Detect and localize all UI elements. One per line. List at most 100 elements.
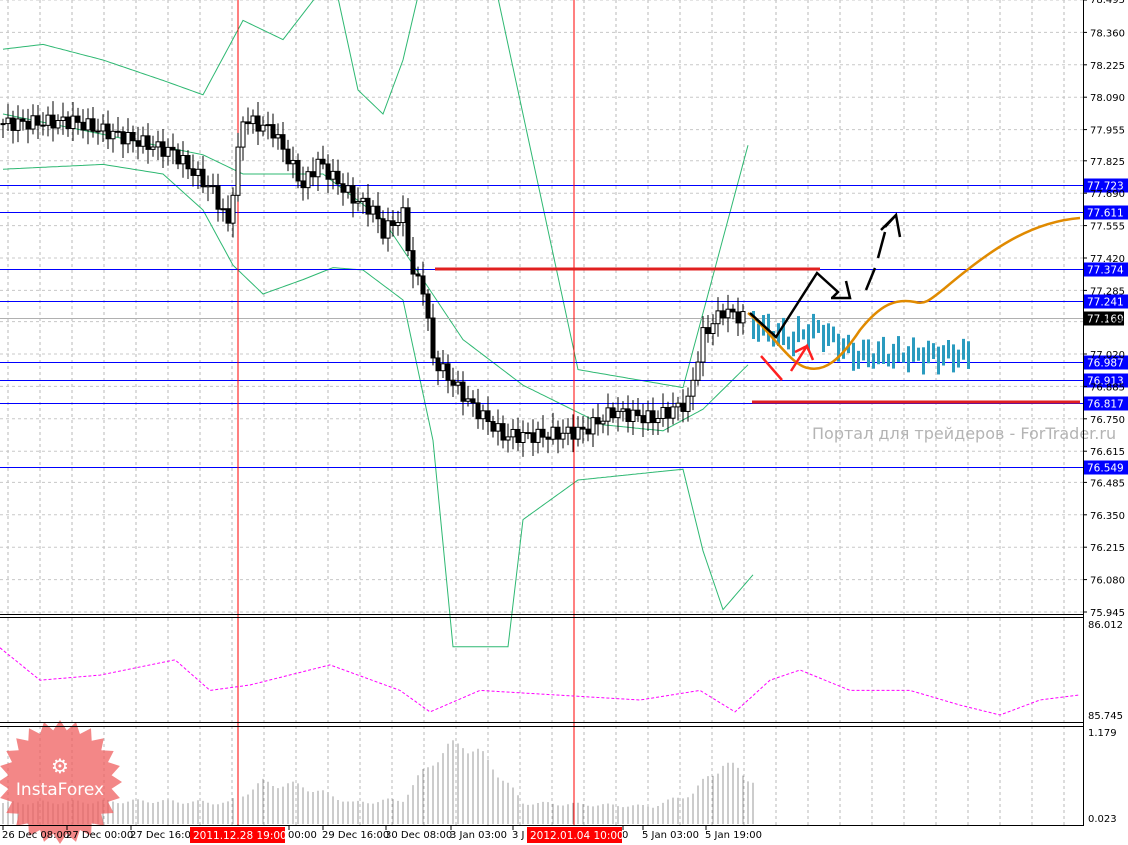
forecast-bar <box>827 323 830 346</box>
forecast-bar <box>872 353 875 369</box>
candle-body <box>225 208 231 224</box>
candle-body <box>0 123 6 126</box>
candle-body <box>145 135 151 150</box>
candle-body <box>25 120 31 130</box>
candle-body <box>175 149 181 165</box>
candle-body <box>230 194 236 224</box>
candle-body <box>55 120 61 129</box>
time-label: 27 Dec 00:00 <box>66 830 133 841</box>
level-label: 77.374 <box>1087 265 1124 277</box>
forecast-bar <box>892 343 895 369</box>
price-tick-label: 77.825 <box>1090 157 1125 168</box>
candle-body <box>305 171 311 189</box>
candle-body <box>630 409 636 422</box>
forecast-bar <box>907 346 910 373</box>
candle-body <box>75 115 81 123</box>
candle-body <box>470 398 476 404</box>
candle-body <box>565 426 571 434</box>
watermark: Портал для трейдеров - ForTrader.ru <box>812 424 1116 443</box>
price-axis[interactable]: 78.495 78.360 78.225 78.090 77.955 77.825 77.6… <box>1083 0 1125 619</box>
candle-body <box>200 168 206 188</box>
price-tick-label: 78.495 <box>1090 0 1125 6</box>
chart-window[interactable]: 1.179 0.023 InstaForex ⚙ 77.723 77.611 77.3… <box>0 0 1128 845</box>
candle-body <box>490 421 496 432</box>
candle-body <box>430 317 436 359</box>
price-tick-label: 76.485 <box>1090 478 1125 489</box>
candle-body <box>365 197 371 215</box>
candle-body <box>400 207 406 224</box>
candle-body <box>270 124 276 139</box>
price-tick-label: 76.615 <box>1090 447 1125 458</box>
candle-body <box>330 170 336 180</box>
candle-body <box>515 428 521 443</box>
price-tick-label: 75.945 <box>1090 608 1125 619</box>
candle-body <box>650 410 656 424</box>
time-label: 30 Dec 08:00 <box>385 830 452 841</box>
osc-min-label: 85.745 <box>1088 711 1123 722</box>
candle-body <box>620 408 626 412</box>
candle-body <box>185 155 191 170</box>
candle-body <box>320 158 326 165</box>
forecast-bar <box>967 341 970 369</box>
forecast-bar <box>942 345 945 366</box>
forecast-bar <box>797 316 800 343</box>
candle-body <box>475 402 481 420</box>
candle-body <box>735 311 741 324</box>
candle-body <box>5 117 11 125</box>
candle-body <box>495 423 501 432</box>
candle-body <box>690 379 696 397</box>
candle-body <box>345 185 351 193</box>
candle-body <box>30 115 36 130</box>
candle-body <box>625 408 631 422</box>
candle-body <box>180 155 186 165</box>
forecast-bar <box>877 341 880 365</box>
candle-body <box>545 436 551 440</box>
candle-body <box>265 124 271 127</box>
candle-body <box>240 121 246 148</box>
forecast-bar <box>822 324 825 353</box>
candle-body <box>715 310 721 325</box>
forecast-bar <box>802 329 805 340</box>
forecast-bar <box>887 353 890 367</box>
forecast-bar <box>862 339 865 361</box>
scenario-arrow-dashed[interactable] <box>864 212 902 291</box>
candle-body <box>710 323 716 335</box>
forecast-bar <box>757 323 760 342</box>
candle-body <box>285 148 291 165</box>
candle-body <box>645 410 651 424</box>
candle-body <box>425 293 431 319</box>
candle-body <box>350 185 356 204</box>
price-tick-label: 76.080 <box>1090 576 1125 587</box>
candle-body <box>720 310 726 319</box>
candle-body <box>665 406 671 419</box>
candle-body <box>510 428 516 438</box>
candle-body <box>685 395 691 412</box>
candle-body <box>10 117 16 131</box>
candle-body <box>395 222 401 227</box>
oscillator: 86.012 85.745 <box>0 620 1123 722</box>
price-tick-label: 77.690 <box>1090 189 1125 200</box>
candle-body <box>315 158 321 178</box>
time-label: 29 Dec 16:00 <box>322 830 389 841</box>
candle-body <box>390 220 396 227</box>
candle-body <box>155 141 161 148</box>
candle-body <box>375 205 381 220</box>
time-axis[interactable]: 26 Dec 08:0027 Dec 00:0027 Dec 16:00 00:0… <box>2 826 762 843</box>
bollinger-middle <box>2 113 749 432</box>
time-highlight-label: 2012.01.04 10:00 <box>530 830 624 842</box>
vol-max-label: 1.179 <box>1088 728 1117 739</box>
forecast-bars <box>752 311 970 375</box>
candle-body <box>210 185 216 188</box>
gear-icon: ⚙ <box>51 754 69 778</box>
candle-body <box>205 185 211 188</box>
forecast-bar <box>927 340 930 364</box>
candle-body <box>580 426 586 430</box>
candle-body <box>40 124 46 127</box>
price-tick-label: 77.155 <box>1090 318 1125 329</box>
candle-body <box>635 409 641 417</box>
forecast-bar <box>832 326 835 343</box>
candle-body <box>50 114 56 129</box>
candle-body <box>575 426 581 440</box>
chart-canvas[interactable]: 1.1790.023 InstaForex ⚙ 77.72377.61177.3… <box>0 0 1128 845</box>
candle-body <box>640 415 646 424</box>
